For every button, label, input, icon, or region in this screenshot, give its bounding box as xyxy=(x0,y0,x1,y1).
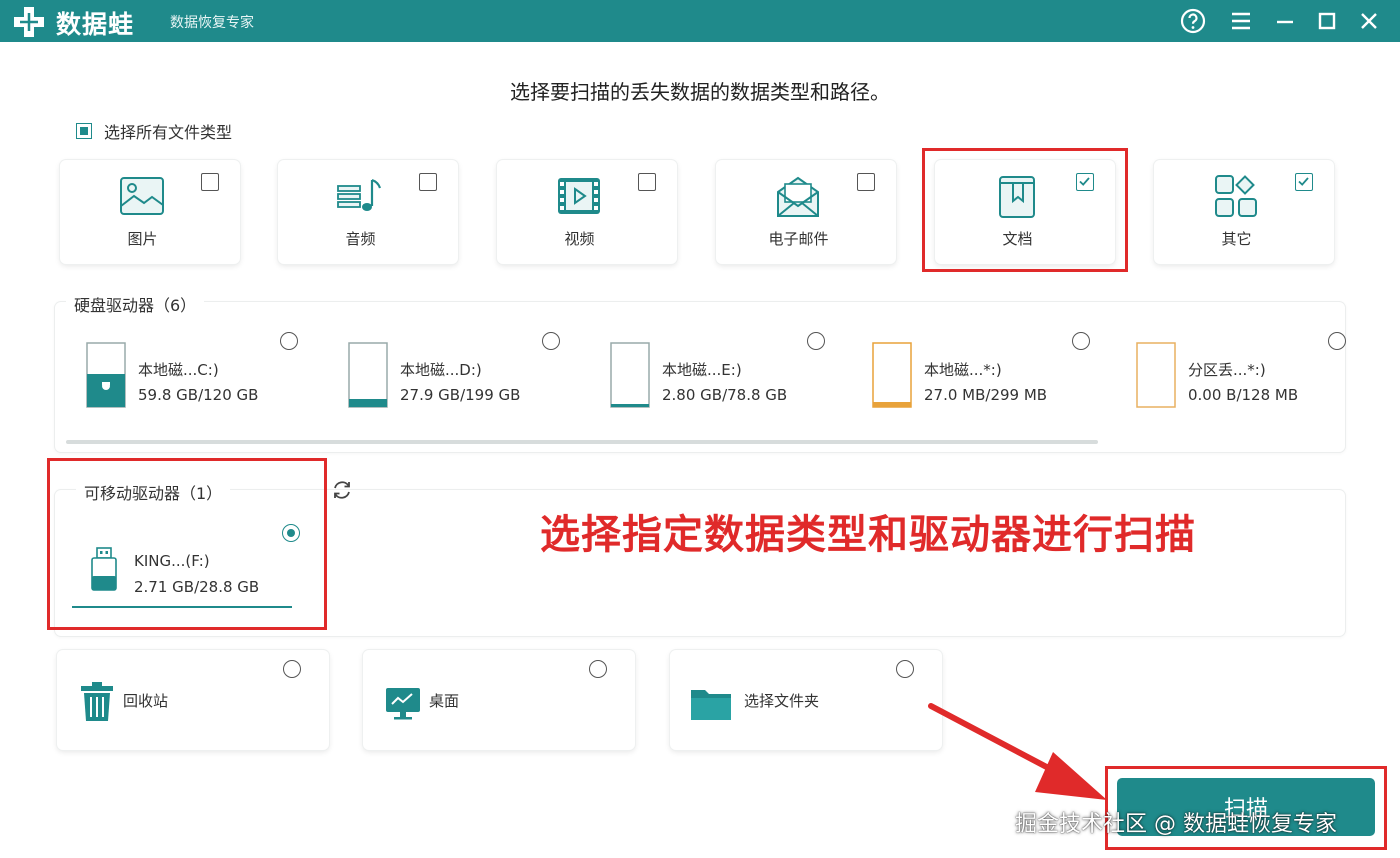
horizontal-scrollbar[interactable] xyxy=(66,440,1098,444)
type-label: 音频 xyxy=(345,230,376,248)
drive-size: 27.9 GB/199 GB xyxy=(400,386,521,404)
drive-item[interactable]: 本地磁...D:) 27.9 GB/199 GB xyxy=(348,328,603,418)
select-all-checkbox[interactable]: 选择所有文件类型 xyxy=(76,120,232,142)
drive-name: 分区丢...*:) xyxy=(1188,361,1266,379)
highlight-box-document xyxy=(922,148,1128,272)
drive-size: 0.00 B/128 MB xyxy=(1188,386,1299,404)
location-radio[interactable] xyxy=(896,660,914,678)
drive-radio[interactable] xyxy=(1328,332,1346,350)
drive-icon-orange xyxy=(872,342,912,408)
type-label: 视频 xyxy=(564,230,595,248)
type-card-video[interactable]: 视频 xyxy=(497,160,677,264)
location-radio[interactable] xyxy=(283,660,301,678)
drive-radio[interactable] xyxy=(1072,332,1090,350)
type-label: 其它 xyxy=(1221,230,1252,248)
image-icon xyxy=(120,177,164,215)
logo-icon xyxy=(14,7,44,37)
drive-radio[interactable] xyxy=(280,332,298,350)
watermark-text: 掘金技术社区 @ 数据蛙恢复专家 xyxy=(1015,812,1337,837)
email-icon xyxy=(777,176,819,217)
location-label: 回收站 xyxy=(123,692,169,710)
location-radio[interactable] xyxy=(589,660,607,678)
drive-size: 27.0 MB/299 MB xyxy=(924,386,1048,404)
type-checkbox-checked[interactable] xyxy=(1295,173,1313,191)
type-card-email[interactable]: 电子邮件 xyxy=(716,160,896,264)
folder-icon xyxy=(691,690,731,720)
drive-item[interactable]: 本地磁...C:) 59.8 GB/120 GB xyxy=(86,328,341,418)
annotation-text: 选择指定数据类型和驱动器进行扫描 xyxy=(540,512,1196,558)
video-icon xyxy=(558,178,600,214)
audio-icon xyxy=(337,178,382,211)
location-folder[interactable]: 选择文件夹 xyxy=(670,650,942,750)
close-icon[interactable] xyxy=(1355,7,1383,35)
type-card-other[interactable]: 其它 xyxy=(1154,160,1334,264)
app-name: 数据蛙 xyxy=(56,10,135,39)
drive-name: 本地磁...*:) xyxy=(924,361,1002,379)
location-desktop[interactable]: 桌面 xyxy=(363,650,635,750)
type-checkbox[interactable] xyxy=(201,173,219,191)
menu-icon[interactable] xyxy=(1227,7,1255,35)
drive-radio[interactable] xyxy=(807,332,825,350)
other-icon xyxy=(1215,175,1257,217)
highlight-box-removable xyxy=(47,458,327,630)
checkmark-icon xyxy=(1298,177,1309,186)
drive-icon xyxy=(348,342,388,408)
minimize-icon[interactable] xyxy=(1271,7,1299,35)
help-icon[interactable] xyxy=(1179,7,1207,35)
maximize-icon[interactable] xyxy=(1313,7,1341,35)
type-checkbox[interactable] xyxy=(419,173,437,191)
select-all-label: 选择所有文件类型 xyxy=(104,123,233,142)
type-checkbox[interactable] xyxy=(638,173,656,191)
drive-size: 59.8 GB/120 GB xyxy=(138,386,259,404)
drive-item[interactable]: 分区丢...*:) 0.00 B/128 MB xyxy=(1136,328,1391,418)
type-card-audio[interactable]: 音频 xyxy=(278,160,458,264)
arrow-annotation-icon xyxy=(928,703,1107,800)
hard-drive-title: 硬盘驱动器（6） xyxy=(66,292,205,316)
type-card-image[interactable]: 图片 xyxy=(60,160,240,264)
recycle-bin-icon xyxy=(81,682,113,721)
refresh-icon[interactable] xyxy=(330,478,354,502)
type-label: 图片 xyxy=(127,230,158,248)
system-drive-icon xyxy=(86,342,126,408)
location-recycle-bin[interactable]: 回收站 xyxy=(57,650,329,750)
desktop-icon xyxy=(386,688,420,720)
location-label: 桌面 xyxy=(429,692,460,710)
drive-radio[interactable] xyxy=(542,332,560,350)
drive-name: 本地磁...D:) xyxy=(400,361,482,379)
type-label: 电子邮件 xyxy=(768,230,829,248)
location-label: 选择文件夹 xyxy=(744,692,820,710)
app-subtitle: 数据恢复专家 xyxy=(170,15,254,31)
drive-name: 本地磁...E:) xyxy=(662,361,742,379)
lost-partition-icon xyxy=(1136,342,1176,408)
page-heading: 选择要扫描的丢失数据的数据类型和路径。 xyxy=(510,80,890,104)
partial-checkbox-icon[interactable] xyxy=(76,123,92,139)
drive-name: 本地磁...C:) xyxy=(138,361,219,379)
drive-item[interactable]: 本地磁...E:) 2.80 GB/78.8 GB xyxy=(610,328,865,418)
drive-size: 2.80 GB/78.8 GB xyxy=(662,386,788,404)
type-checkbox[interactable] xyxy=(857,173,875,191)
drive-item[interactable]: 本地磁...*:) 27.0 MB/299 MB xyxy=(872,328,1127,418)
drive-icon xyxy=(610,342,650,408)
